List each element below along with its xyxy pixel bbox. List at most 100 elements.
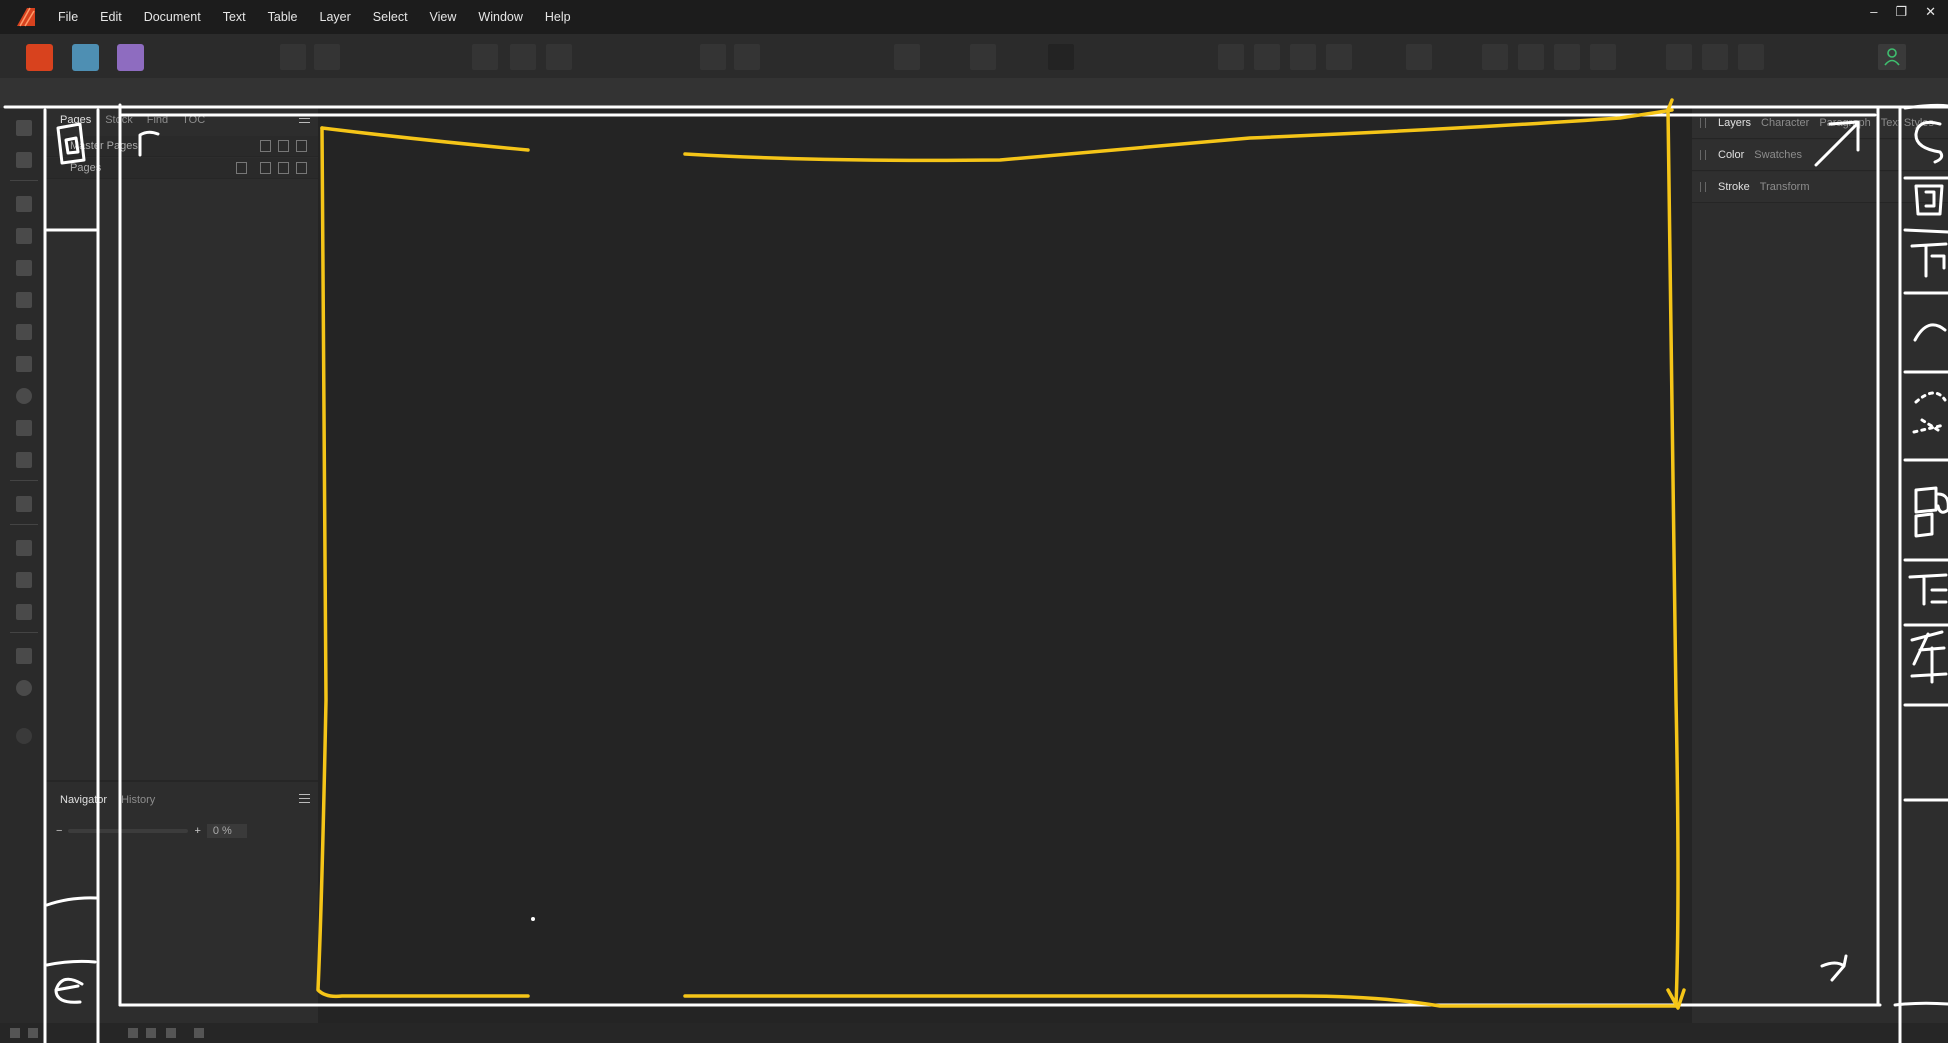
crop-tool-icon[interactable] [16, 496, 32, 512]
menu-help[interactable]: Help [545, 10, 571, 24]
duplicate-master-icon[interactable] [278, 140, 289, 152]
menu-text[interactable]: Text [223, 10, 246, 24]
first-page-icon[interactable] [10, 1028, 20, 1038]
fill-tool-icon[interactable] [16, 572, 32, 588]
delete-page-icon[interactable] [296, 162, 307, 174]
document-canvas[interactable] [318, 108, 1692, 1023]
toolbar-button[interactable] [1218, 44, 1244, 70]
menu-file[interactable]: File [58, 10, 78, 24]
frame-text-tool-icon[interactable] [16, 420, 32, 436]
user-account-button[interactable] [1878, 44, 1906, 70]
rectangle-tool-icon[interactable] [16, 324, 32, 340]
tab-text-styles[interactable]: Text Styles [1881, 117, 1934, 129]
tab-swatches[interactable]: Swatches [1754, 149, 1802, 161]
zoom-value[interactable]: 0 % [206, 824, 247, 838]
tab-layers[interactable]: Layers [1718, 117, 1751, 129]
menu-view[interactable]: View [430, 10, 457, 24]
toolbar-button[interactable] [1518, 44, 1544, 70]
last-page-icon[interactable] [146, 1028, 156, 1038]
toolbar-button[interactable] [546, 44, 572, 70]
menu-layer[interactable]: Layer [320, 10, 351, 24]
menu-edit[interactable]: Edit [100, 10, 122, 24]
toolbar-button[interactable] [510, 44, 536, 70]
tab-navigator[interactable]: Navigator [60, 794, 107, 806]
photo-persona-button[interactable] [117, 44, 144, 71]
menu-document[interactable]: Document [144, 10, 201, 24]
panel-menu-icon[interactable] [299, 794, 310, 805]
toolbar-button[interactable] [1702, 44, 1728, 70]
zoom-slider[interactable] [68, 829, 189, 833]
panel-grip-icon[interactable] [1700, 150, 1706, 160]
tab-stock[interactable]: Stock [105, 114, 133, 126]
pen-tool-icon[interactable] [16, 292, 32, 308]
designer-persona-button[interactable] [72, 44, 99, 71]
panel-grip-icon[interactable] [1700, 118, 1706, 128]
toolbar-button[interactable] [1326, 44, 1352, 70]
tools-panel [0, 108, 46, 1023]
tab-history[interactable]: History [121, 794, 155, 806]
tab-find[interactable]: Find [147, 114, 168, 126]
toolbar-button[interactable] [734, 44, 760, 70]
toolbar-button[interactable] [1254, 44, 1280, 70]
panel-grip-icon[interactable] [1700, 182, 1706, 192]
minimize-button[interactable]: – [1870, 4, 1877, 20]
toolbar-button[interactable] [1666, 44, 1692, 70]
toolbar-button[interactable] [1406, 44, 1432, 70]
zoom-tool-icon[interactable] [16, 680, 32, 696]
close-button[interactable]: ✕ [1925, 4, 1936, 20]
picture-frame-tool-icon[interactable] [16, 356, 32, 372]
toolbar-button[interactable] [280, 44, 306, 70]
zoom-in-button[interactable]: + [194, 825, 200, 837]
toolbar-button[interactable] [1554, 44, 1580, 70]
previous-page-icon[interactable] [28, 1028, 38, 1038]
page-options-icon[interactable] [236, 162, 247, 174]
page-view-icon[interactable] [166, 1028, 176, 1038]
panel-menu-icon[interactable] [299, 114, 310, 125]
stroke-panel-tabs: Stroke Transform [1692, 172, 1948, 203]
toolbar-button[interactable] [970, 44, 996, 70]
menu-table[interactable]: Table [268, 10, 298, 24]
menu-select[interactable]: Select [373, 10, 408, 24]
status-bar [0, 1023, 1948, 1043]
add-master-icon[interactable] [260, 140, 271, 152]
restore-button[interactable]: ❐ [1895, 4, 1907, 20]
tab-pages[interactable]: Pages [60, 114, 91, 126]
spread-view-icon[interactable] [194, 1028, 204, 1038]
move-tool-icon[interactable] [16, 120, 32, 136]
toolbar-dropdown[interactable] [1048, 44, 1074, 70]
text-tool-icon[interactable] [16, 260, 32, 276]
toolbar-button[interactable] [894, 44, 920, 70]
tab-color[interactable]: Color [1718, 149, 1744, 161]
tab-toc[interactable]: TOC [182, 114, 205, 126]
table-tool-icon[interactable] [16, 228, 32, 244]
color-picker-tool-icon[interactable] [16, 604, 32, 620]
toolbar-button[interactable] [314, 44, 340, 70]
page-tool-icon[interactable] [16, 196, 32, 212]
pages-section[interactable]: Pages [46, 158, 318, 179]
color-wheel-icon[interactable] [16, 728, 32, 744]
toolbar-button[interactable] [700, 44, 726, 70]
tab-character[interactable]: Character [1761, 117, 1809, 129]
tab-transform[interactable]: Transform [1760, 181, 1810, 193]
duplicate-page-icon[interactable] [278, 162, 289, 174]
toolbar-button[interactable] [1590, 44, 1616, 70]
publisher-persona-button[interactable] [26, 44, 53, 71]
toolbar-button[interactable] [1290, 44, 1316, 70]
master-pages-section[interactable]: Master Pages [46, 136, 318, 157]
menu-window[interactable]: Window [478, 10, 522, 24]
toolbar-button[interactable] [1482, 44, 1508, 70]
ellipse-tool-icon[interactable] [16, 388, 32, 404]
tab-paragraph[interactable]: Paragraph [1819, 117, 1870, 129]
toolbar-button[interactable] [1738, 44, 1764, 70]
place-image-tool-icon[interactable] [16, 452, 32, 468]
tab-stroke[interactable]: Stroke [1718, 181, 1750, 193]
zoom-out-button[interactable]: − [56, 825, 62, 837]
window-controls: – ❐ ✕ [1870, 4, 1936, 20]
add-page-icon[interactable] [260, 162, 271, 174]
gradient-tool-icon[interactable] [16, 540, 32, 556]
node-tool-icon[interactable] [16, 152, 32, 168]
delete-master-icon[interactable] [296, 140, 307, 152]
next-page-icon[interactable] [128, 1028, 138, 1038]
hand-tool-icon[interactable] [16, 648, 32, 664]
toolbar-button[interactable] [472, 44, 498, 70]
